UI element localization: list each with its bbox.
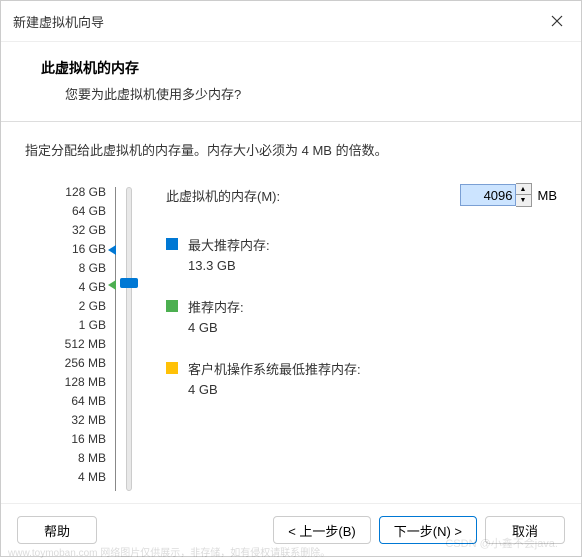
scale-label: 128 GB [25, 183, 106, 202]
scale-label: 8 MB [25, 449, 106, 468]
wizard-footer: 帮助 < 上一步(B) 下一步(N) > 取消 [1, 503, 581, 556]
close-button[interactable] [545, 9, 569, 33]
rec-min-label: 客户机操作系统最低推荐内存: [188, 359, 361, 378]
rec-rec-value: 4 GB [188, 320, 244, 335]
scale-label: 16 GB [25, 240, 106, 259]
back-button[interactable]: < 上一步(B) [273, 516, 371, 544]
scale-label: 4 MB [25, 468, 106, 487]
memory-spinner: ▲ ▼ [516, 183, 532, 207]
scale-label: 16 MB [25, 430, 106, 449]
rec-max-value: 13.3 GB [188, 258, 270, 273]
scale-line [115, 187, 116, 491]
scale-label: 64 MB [25, 392, 106, 411]
marker-rec-icon [108, 280, 116, 290]
scale-label: 1 GB [25, 316, 106, 335]
scale-label: 64 GB [25, 202, 106, 221]
square-green-icon [166, 300, 178, 312]
scale-label: 256 MB [25, 354, 106, 373]
memory-scale: 128 GB64 GB32 GB16 GB8 GB4 GB2 GB1 GB512… [25, 183, 120, 487]
rec-rec-label: 推荐内存: [188, 297, 244, 316]
scale-label: 2 GB [25, 297, 106, 316]
page-title: 此虚拟机的内存 [41, 58, 541, 78]
memory-input[interactable] [460, 184, 516, 206]
marker-max-icon [108, 245, 116, 255]
recommendation-rec: 推荐内存: 4 GB [166, 297, 557, 335]
close-icon [551, 15, 563, 27]
memory-area: 128 GB64 GB32 GB16 GB8 GB4 GB2 GB1 GB512… [25, 183, 557, 487]
page-subtitle: 您要为此虚拟机使用多少内存? [65, 84, 541, 103]
memory-slider[interactable] [120, 183, 156, 487]
scale-label: 32 MB [25, 411, 106, 430]
scale-label: 512 MB [25, 335, 106, 354]
memory-label: 此虚拟机的内存(M): [166, 186, 460, 205]
next-button[interactable]: 下一步(N) > [379, 516, 477, 544]
rec-min-value: 4 GB [188, 382, 361, 397]
memory-input-row: 此虚拟机的内存(M): ▲ ▼ MB [166, 183, 557, 207]
memory-info: 此虚拟机的内存(M): ▲ ▼ MB 最大推荐内存: 13.3 GB [156, 183, 557, 487]
wizard-header: 此虚拟机的内存 您要为此虚拟机使用多少内存? [1, 42, 581, 122]
slider-track [126, 187, 132, 491]
scale-label: 8 GB [25, 259, 106, 278]
recommendation-max: 最大推荐内存: 13.3 GB [166, 235, 557, 273]
spinner-down-button[interactable]: ▼ [516, 195, 531, 206]
cancel-button[interactable]: 取消 [485, 516, 565, 544]
slider-handle[interactable] [120, 278, 138, 288]
window-title: 新建虚拟机向导 [13, 12, 104, 31]
wizard-content: 指定分配给此虚拟机的内存量。内存大小必须为 4 MB 的倍数。 128 GB64… [1, 122, 581, 503]
square-yellow-icon [166, 362, 178, 374]
scale-label: 32 GB [25, 221, 106, 240]
rec-max-label: 最大推荐内存: [188, 235, 270, 254]
titlebar: 新建虚拟机向导 [1, 1, 581, 42]
wizard-dialog: 新建虚拟机向导 此虚拟机的内存 您要为此虚拟机使用多少内存? 指定分配给此虚拟机… [0, 0, 582, 557]
recommendation-min: 客户机操作系统最低推荐内存: 4 GB [166, 359, 557, 397]
memory-unit: MB [538, 188, 558, 203]
square-blue-icon [166, 238, 178, 250]
scale-label: 4 GB [25, 278, 106, 297]
scale-label: 128 MB [25, 373, 106, 392]
help-button[interactable]: 帮助 [17, 516, 97, 544]
instruction-text: 指定分配给此虚拟机的内存量。内存大小必须为 4 MB 的倍数。 [25, 140, 557, 159]
spinner-up-button[interactable]: ▲ [516, 184, 531, 195]
